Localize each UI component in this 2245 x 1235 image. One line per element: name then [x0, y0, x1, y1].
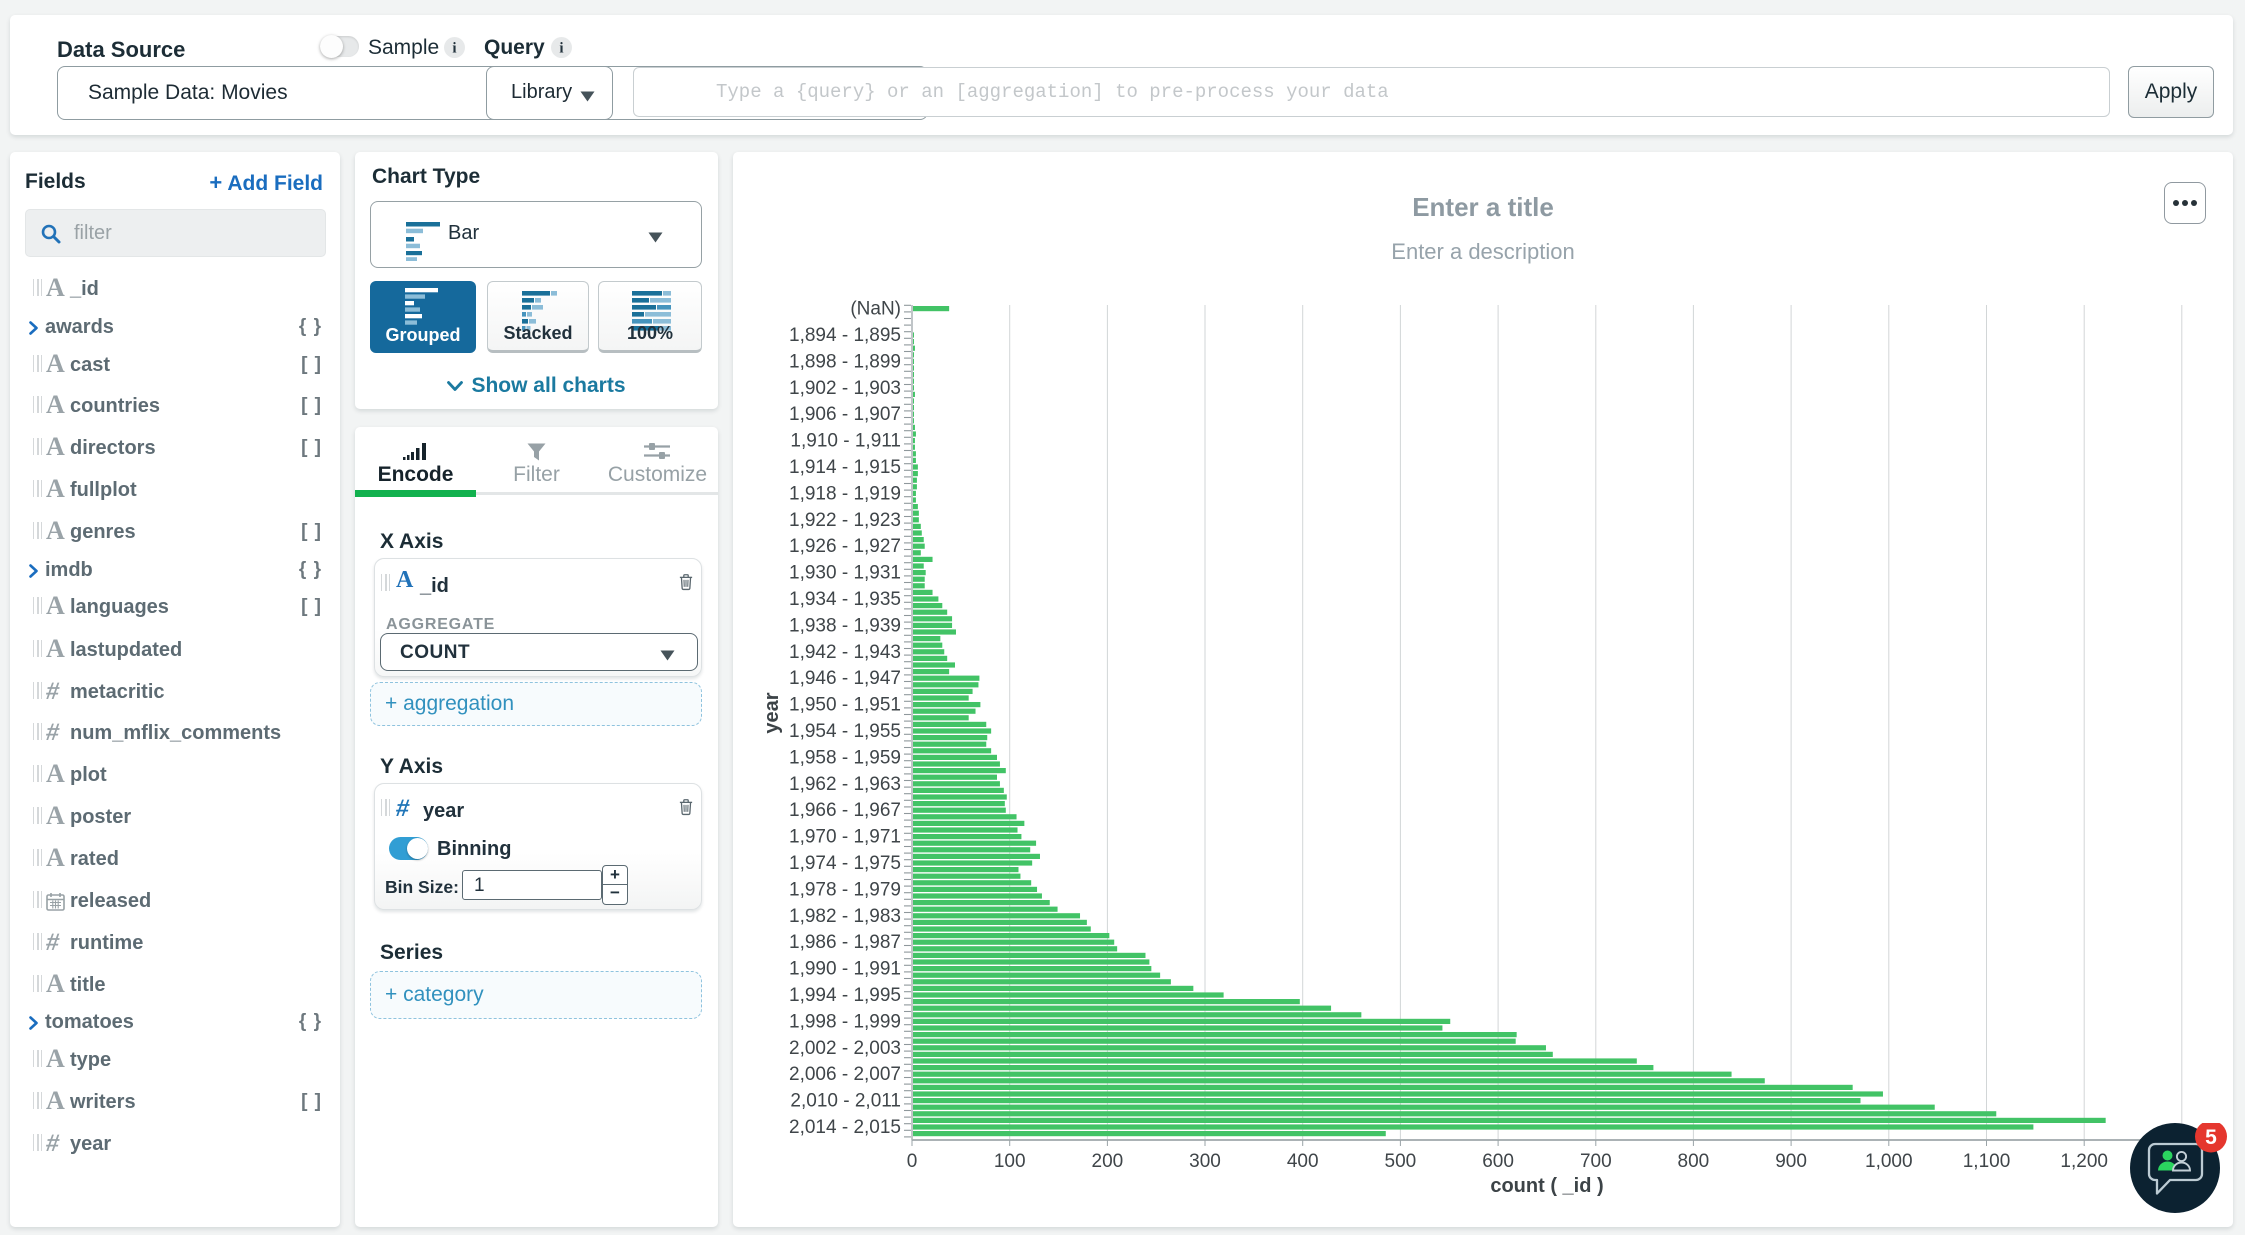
svg-text:100: 100	[994, 1151, 1026, 1172]
svg-text:1,934 - 1,935: 1,934 - 1,935	[789, 589, 901, 610]
svg-text:1,974 - 1,975: 1,974 - 1,975	[789, 853, 901, 874]
svg-text:i: i	[452, 41, 456, 57]
svg-text:1,902 - 1,903: 1,902 - 1,903	[789, 378, 901, 399]
svg-text:2,002 - 2,003: 2,002 - 2,003	[789, 1038, 901, 1059]
svg-text:1,958 - 1,959: 1,958 - 1,959	[789, 747, 901, 768]
svg-text:1,926 - 1,927: 1,926 - 1,927	[789, 536, 901, 557]
svg-text:1,998 - 1,999: 1,998 - 1,999	[789, 1011, 901, 1032]
svg-text:2,010 - 2,011: 2,010 - 2,011	[790, 1091, 901, 1112]
svg-text:1,918 - 1,919: 1,918 - 1,919	[789, 483, 901, 504]
svg-text:1,970 - 1,971: 1,970 - 1,971	[789, 827, 901, 848]
svg-text:1,898 - 1,899: 1,898 - 1,899	[789, 351, 901, 372]
svg-text:1,200: 1,200	[2060, 1151, 2108, 1172]
svg-text:1,982 - 1,983: 1,982 - 1,983	[789, 906, 901, 927]
svg-text:400: 400	[1287, 1151, 1319, 1172]
svg-text:900: 900	[1775, 1151, 1807, 1172]
svg-text:count ( _id ): count ( _id )	[1490, 1175, 1603, 1197]
svg-text:2,006 - 2,007: 2,006 - 2,007	[789, 1064, 901, 1085]
svg-text:1,978 - 1,979: 1,978 - 1,979	[789, 879, 901, 900]
svg-text:1,954 - 1,955: 1,954 - 1,955	[789, 721, 901, 742]
svg-text:1,910 - 1,911: 1,910 - 1,911	[790, 431, 901, 452]
svg-text:1,966 - 1,967: 1,966 - 1,967	[789, 800, 901, 821]
svg-text:1,950 - 1,951: 1,950 - 1,951	[789, 695, 901, 716]
svg-text:1,000: 1,000	[1865, 1151, 1913, 1172]
svg-text:year: year	[761, 692, 783, 733]
svg-text:1,986 - 1,987: 1,986 - 1,987	[789, 932, 901, 953]
svg-text:0: 0	[907, 1151, 918, 1172]
svg-text:700: 700	[1580, 1151, 1612, 1172]
svg-text:1,894 - 1,895: 1,894 - 1,895	[789, 325, 901, 346]
svg-text:500: 500	[1385, 1151, 1417, 1172]
svg-text:1,922 - 1,923: 1,922 - 1,923	[789, 510, 901, 531]
svg-text:200: 200	[1092, 1151, 1124, 1172]
svg-text:1,930 - 1,931: 1,930 - 1,931	[789, 563, 901, 584]
svg-text:2,014 - 2,015: 2,014 - 2,015	[789, 1117, 901, 1138]
svg-text:800: 800	[1678, 1151, 1710, 1172]
svg-text:(NaN): (NaN)	[850, 299, 901, 320]
svg-text:5: 5	[2205, 1126, 2217, 1149]
svg-text:1,962 - 1,963: 1,962 - 1,963	[789, 774, 901, 795]
svg-text:1,946 - 1,947: 1,946 - 1,947	[789, 668, 901, 689]
svg-text:1,914 - 1,915: 1,914 - 1,915	[789, 457, 901, 478]
svg-text:1,100: 1,100	[1963, 1151, 2011, 1172]
svg-text:300: 300	[1189, 1151, 1221, 1172]
svg-text:1,994 - 1,995: 1,994 - 1,995	[789, 985, 901, 1006]
svg-text:i: i	[559, 41, 563, 57]
svg-text:1,942 - 1,943: 1,942 - 1,943	[789, 642, 901, 663]
svg-text:1,990 - 1,991: 1,990 - 1,991	[789, 959, 901, 980]
svg-text:1,906 - 1,907: 1,906 - 1,907	[789, 404, 901, 425]
svg-text:1,938 - 1,939: 1,938 - 1,939	[789, 615, 901, 636]
svg-text:600: 600	[1482, 1151, 1514, 1172]
